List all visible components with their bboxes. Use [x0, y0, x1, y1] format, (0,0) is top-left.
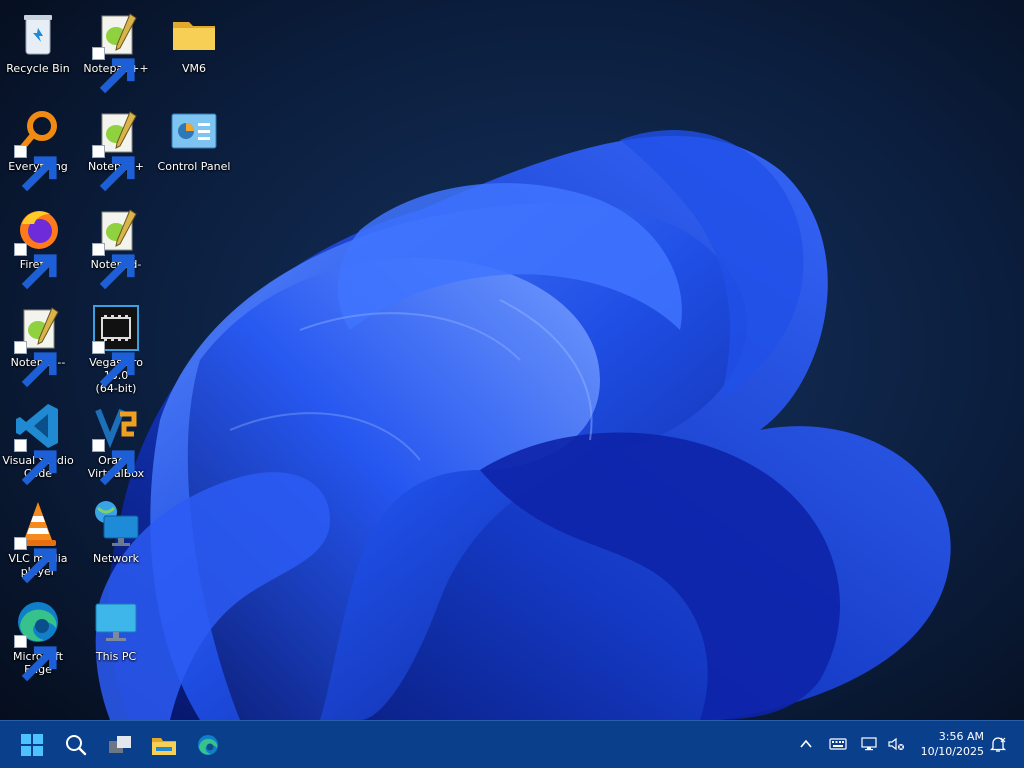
- edge-icon: [12, 596, 64, 682]
- desktop-icon-label: Network: [93, 552, 139, 565]
- notepad-icon: [90, 106, 142, 192]
- desktop-icon-notepad-plus[interactable]: Notepad+: [78, 102, 154, 192]
- desktop[interactable]: Recycle Bin Notepad++ VM6 Everything Not…: [0, 0, 1024, 720]
- volume-button[interactable]: [883, 731, 909, 757]
- desktop-icon-firefox[interactable]: Firefox: [0, 200, 76, 290]
- shortcut-arrow-icon: [92, 439, 135, 486]
- shortcut-arrow-icon: [14, 635, 57, 682]
- task-view-button[interactable]: [100, 725, 140, 765]
- start-button[interactable]: [12, 725, 52, 765]
- show-hidden-icons-button[interactable]: [793, 731, 819, 757]
- chevron-up-icon: [800, 739, 812, 748]
- desktop-icon-notepad-minus[interactable]: Notepad-: [78, 200, 154, 290]
- firefox-icon: [12, 204, 64, 290]
- recycle-bin-icon: [12, 8, 64, 60]
- keyboard-icon: [829, 738, 847, 750]
- desktop-icon-recycle-bin[interactable]: Recycle Bin: [0, 4, 76, 75]
- task-view-icon: [109, 736, 131, 753]
- edge-taskbar-button[interactable]: [188, 725, 228, 765]
- shortcut-arrow-icon: [92, 47, 135, 94]
- desktop-icon-control-panel[interactable]: Control Panel: [156, 102, 232, 173]
- shortcut-arrow-icon: [92, 341, 135, 388]
- desktop-icon-everything[interactable]: Everything: [0, 102, 76, 192]
- desktop-icon-visual-studio-code[interactable]: Visual Studio Code: [0, 396, 76, 486]
- notepad-icon: [90, 8, 142, 94]
- clock-time: 3:56 AM: [938, 730, 984, 743]
- desktop-icon-notepad-plus-plus[interactable]: Notepad++: [78, 4, 154, 94]
- volume-muted-icon: [888, 737, 904, 751]
- shortcut-arrow-icon: [14, 145, 57, 192]
- clock[interactable]: 3:56 AM 10/10/2025: [912, 729, 984, 759]
- edge-icon: [198, 735, 218, 755]
- search-button[interactable]: [56, 725, 96, 765]
- clock-date: 10/10/2025: [920, 745, 984, 758]
- notepad-icon: [90, 204, 142, 290]
- file-explorer-button[interactable]: [144, 725, 184, 765]
- desktop-icon-vlc-media-player[interactable]: VLC media player: [0, 494, 76, 584]
- shortcut-arrow-icon: [14, 243, 57, 290]
- desktop-icon-notepad-minus-minus[interactable]: Notepad--: [0, 298, 76, 388]
- network-status-icon: [861, 737, 877, 751]
- network-status-button[interactable]: [857, 731, 883, 757]
- desktop-icon-vm6-folder[interactable]: VM6: [156, 4, 232, 75]
- shortcut-arrow-icon: [14, 537, 57, 584]
- file-explorer-icon: [152, 738, 176, 755]
- desktop-icon-vegas-pro[interactable]: Vegas Pro 13.0 (64-bit): [78, 298, 154, 395]
- monitor-icon: [90, 596, 142, 648]
- folder-icon: [168, 8, 220, 60]
- notification-bell-icon: [989, 737, 1007, 752]
- notifications-button[interactable]: [985, 731, 1011, 757]
- notepad-icon: [12, 302, 64, 388]
- shortcut-arrow-icon: [92, 243, 135, 290]
- virtualbox-icon: [90, 400, 142, 486]
- desktop-icon-label: Control Panel: [157, 160, 231, 173]
- vscode-icon: [12, 400, 64, 486]
- shortcut-arrow-icon: [14, 439, 57, 486]
- desktop-icon-oracle-virtualbox[interactable]: Oracle VirtualBox: [78, 396, 154, 486]
- keyboard-button[interactable]: [825, 731, 851, 757]
- vlc-cone-icon: [12, 498, 64, 584]
- desktop-icon-this-pc[interactable]: This PC: [78, 592, 154, 663]
- desktop-icon-microsoft-edge[interactable]: Microsoft Edge: [0, 592, 76, 682]
- desktop-icon-network[interactable]: Network: [78, 494, 154, 565]
- search-magnifier-icon: [12, 106, 64, 192]
- windows-logo-icon: [21, 734, 43, 756]
- network-icon: [90, 498, 142, 550]
- shortcut-arrow-icon: [14, 341, 57, 388]
- desktop-icon-label: VM6: [181, 62, 206, 75]
- control-panel-icon: [168, 106, 220, 158]
- shortcut-arrow-icon: [92, 145, 135, 192]
- search-icon: [66, 735, 87, 756]
- taskbar: 3:56 AM 10/10/2025: [0, 720, 1024, 768]
- film-strip-icon: [90, 302, 142, 388]
- desktop-icon-label: This PC: [95, 650, 137, 663]
- desktop-icon-label: Recycle Bin: [6, 62, 70, 75]
